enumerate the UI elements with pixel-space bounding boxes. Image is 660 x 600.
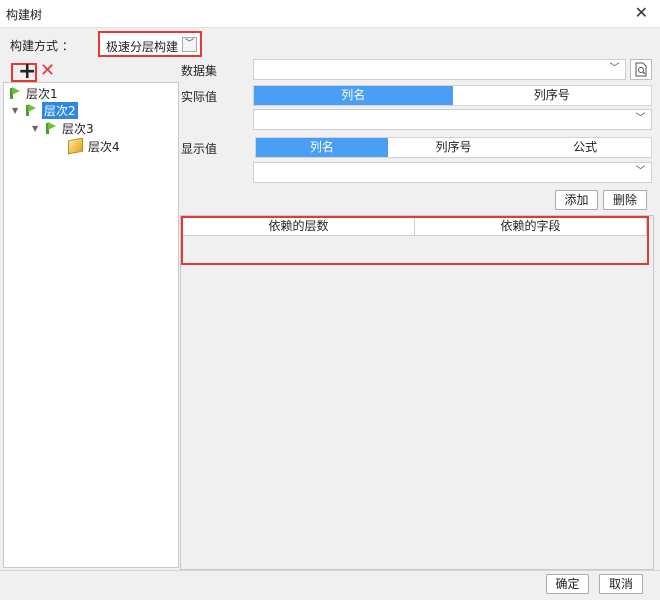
- tree-node-label: 层次3: [62, 121, 94, 136]
- ok-button[interactable]: 确定: [546, 574, 589, 594]
- delete-button[interactable]: 删除: [603, 190, 647, 210]
- display-value-tabs: 列名 列序号 公式: [255, 137, 652, 158]
- actual-value-select[interactable]: ﹀: [253, 109, 652, 130]
- level-arrow-icon: [8, 86, 22, 100]
- tree-node-label: 层次2: [42, 101, 78, 119]
- chevron-down-icon[interactable]: ﹀: [633, 112, 648, 127]
- chevron-down-icon[interactable]: ﹀: [182, 37, 197, 52]
- tab-column-index[interactable]: 列序号: [388, 138, 520, 157]
- preview-icon: [635, 62, 647, 77]
- chevron-down-icon[interactable]: ﹀: [607, 62, 622, 77]
- cancel-button[interactable]: 取消: [599, 574, 643, 594]
- level-arrow-icon: [44, 121, 58, 135]
- expand-arrow-icon[interactable]: ▼: [12, 106, 24, 115]
- method-label: 构建方式 ：: [10, 39, 74, 53]
- method-select[interactable]: 极速分层构建 ﹀: [98, 31, 202, 57]
- window-title: 构建树: [6, 8, 43, 22]
- tab-column-name[interactable]: 列名: [256, 138, 388, 157]
- chevron-down-icon[interactable]: ﹀: [633, 165, 648, 180]
- cube-icon: [68, 137, 83, 155]
- actual-value-tabs: 列名 列序号: [253, 85, 652, 106]
- tree-panel: 层次1 ▼ 层次2 ▼ 层次3 层次4: [3, 82, 179, 568]
- tree-node-level4[interactable]: 层次4: [68, 137, 120, 155]
- table-highlight: [181, 216, 649, 265]
- dependency-table: [180, 215, 654, 570]
- display-value-label: 显示值: [181, 142, 218, 156]
- add-button[interactable]: 添加: [555, 190, 598, 210]
- add-level-button[interactable]: +: [11, 59, 37, 84]
- plus-icon: +: [18, 59, 37, 84]
- tree-node-level3[interactable]: ▼ 层次3: [32, 119, 94, 137]
- tab-column-index[interactable]: 列序号: [453, 86, 652, 105]
- dataset-select[interactable]: ﹀: [253, 59, 626, 80]
- level-arrow-icon: [24, 103, 38, 117]
- close-icon[interactable]: ✕: [635, 3, 648, 22]
- preview-button[interactable]: [630, 59, 652, 80]
- tab-column-name[interactable]: 列名: [254, 86, 453, 105]
- title-bar: 构建树 ✕: [0, 0, 660, 28]
- footer-divider: [0, 570, 660, 571]
- tab-formula[interactable]: 公式: [519, 138, 651, 157]
- tree-node-level2[interactable]: ▼ 层次2: [12, 101, 78, 119]
- tree-node-label: 层次1: [26, 86, 58, 101]
- actual-value-label: 实际值: [181, 90, 218, 104]
- expand-arrow-icon[interactable]: ▼: [32, 124, 44, 133]
- dataset-label: 数据集: [181, 64, 218, 78]
- delete-x-icon[interactable]: ✕: [40, 60, 55, 81]
- display-value-select[interactable]: ﹀: [253, 162, 652, 183]
- method-value: 极速分层构建: [106, 40, 179, 54]
- tree-node-label: 层次4: [88, 139, 120, 154]
- tree-node-level1[interactable]: 层次1: [8, 84, 58, 102]
